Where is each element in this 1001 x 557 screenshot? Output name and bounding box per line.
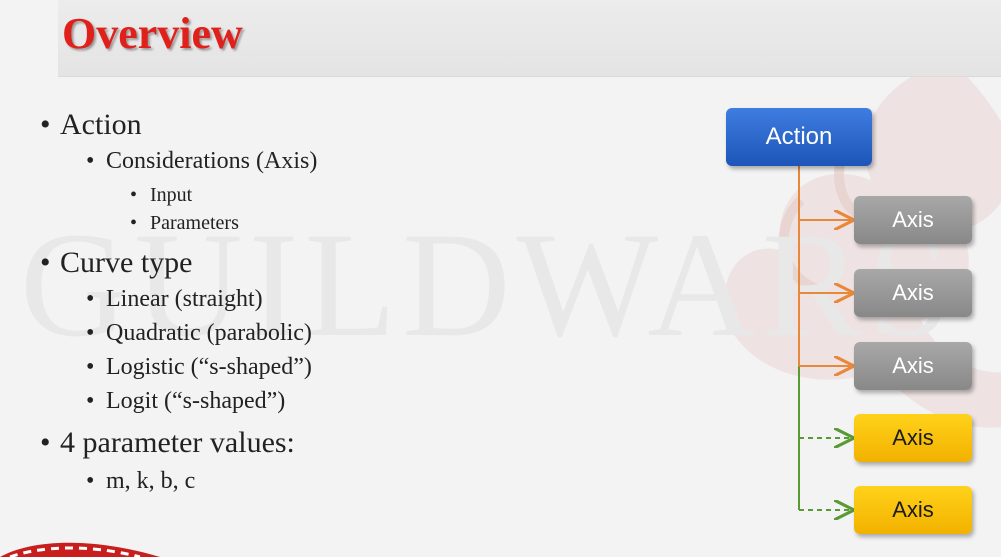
diagram-connectors xyxy=(798,166,1001,557)
axis-box-1: Axis xyxy=(854,196,972,244)
axis-box-3: Axis xyxy=(854,342,972,390)
axis-box-4: Axis xyxy=(854,414,972,462)
action-box: Action xyxy=(726,108,872,166)
logo-fragment-icon xyxy=(0,542,160,557)
axis-box-2: Axis xyxy=(854,269,972,317)
axis-box-5: Axis xyxy=(854,486,972,534)
